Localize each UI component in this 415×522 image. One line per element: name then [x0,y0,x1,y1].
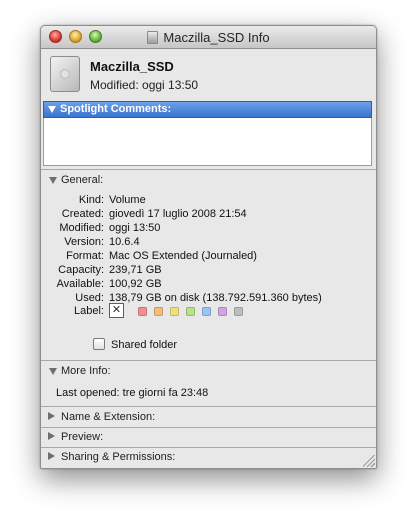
label-none-button[interactable]: ✕ [109,303,124,318]
row-label: Created: [61,208,104,220]
disclosure-right-icon [48,452,55,460]
label-field-label: Label: [74,305,104,317]
disclosure-right-icon [48,432,55,440]
preview-label: Preview: [61,431,104,443]
section-preview[interactable]: Preview: [41,428,376,446]
info-row-modified: Modified: oggi 13:50 [41,221,376,235]
info-window: Maczilla_SSD Info Maczilla_SSD Modified:… [40,25,377,469]
item-name: Maczilla_SSD [90,59,174,74]
window-title: Maczilla_SSD Info [163,29,270,45]
divider [41,360,376,361]
row-value: 100,92 GB [109,278,162,290]
info-row-capacity: Capacity: 239,71 GB [41,263,376,277]
row-label: Modified: [59,222,104,234]
window-title-group: Maczilla_SSD Info [41,26,376,48]
spotlight-comments-label: Spotlight Comments: [60,103,172,115]
row-label: Format: [66,250,104,262]
label-color-yellow[interactable] [170,307,179,316]
row-value: 10.6.4 [109,236,140,248]
disclosure-down-icon [49,177,57,184]
title-bar[interactable]: Maczilla_SSD Info [41,26,376,49]
general-label: General: [61,174,104,186]
info-row-format: Format: Mac OS Extended (Journaled) [41,249,376,263]
drive-icon [50,56,80,92]
label-color-green[interactable] [186,307,195,316]
item-modified: Modified: oggi 13:50 [90,78,199,92]
info-row-version: Version: 10.6.4 [41,235,376,249]
label-color-red[interactable] [138,307,147,316]
row-value: giovedì 17 luglio 2008 21:54 [109,208,247,220]
shared-folder-checkbox[interactable] [93,338,105,350]
label-picker-row: Label: ✕ [41,303,376,321]
sharing-permissions-label: Sharing & Permissions: [61,451,176,463]
name-extension-label: Name & Extension: [61,411,156,423]
section-general[interactable]: General: [41,171,376,189]
info-row-kind: Kind: Volume [41,193,376,207]
info-header: Maczilla_SSD Modified: oggi 13:50 [41,49,376,101]
resize-grip-icon[interactable] [363,455,375,467]
last-opened-text: Last opened: tre giorni fa 23:48 [56,387,209,399]
row-value: Volume [109,194,146,206]
info-row-created: Created: giovedì 17 luglio 2008 21:54 [41,207,376,221]
row-label: Available: [56,278,105,290]
divider [41,169,376,170]
label-color-orange[interactable] [154,307,163,316]
volume-proxy-icon[interactable] [147,30,159,44]
row-value: 239,71 GB [109,264,162,276]
section-name-extension[interactable]: Name & Extension: [41,408,376,426]
section-spotlight-comments[interactable]: Spotlight Comments: [43,101,372,118]
label-color-blue[interactable] [202,307,211,316]
row-label: Kind: [78,194,104,206]
divider [41,406,376,407]
row-label: Capacity: [58,264,104,276]
spotlight-comments-field[interactable] [43,118,372,166]
shared-folder-label: Shared folder [111,339,178,351]
row-value: Mac OS Extended (Journaled) [109,250,257,262]
section-sharing-permissions[interactable]: Sharing & Permissions: [41,448,376,466]
section-more-info[interactable]: More Info: [41,362,376,380]
disclosure-down-icon [48,106,56,113]
disclosure-right-icon [48,412,55,420]
label-color-purple[interactable] [218,307,227,316]
row-value: oggi 13:50 [109,222,161,234]
more-info-label: More Info: [61,365,111,377]
info-row-available: Available: 100,92 GB [41,277,376,291]
disclosure-down-icon [49,368,57,375]
label-color-gray[interactable] [234,307,243,316]
row-label: Version: [64,236,104,248]
